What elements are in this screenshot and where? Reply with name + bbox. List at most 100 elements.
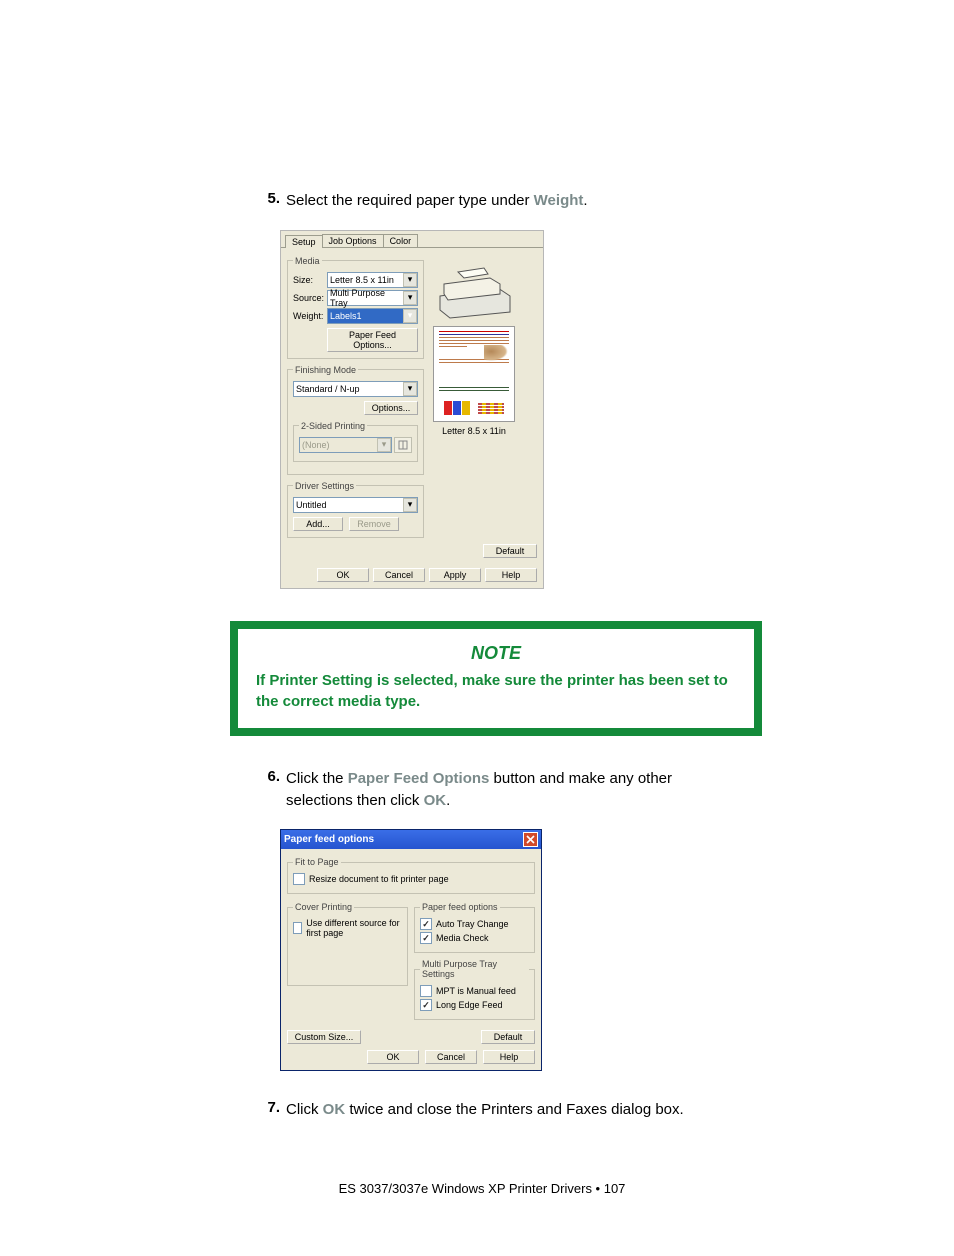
mpt-settings-group: Multi Purpose Tray Settings MPT is Manua… (414, 959, 535, 1020)
cancel-button[interactable]: Cancel (373, 568, 425, 582)
titlebar: Paper feed options (281, 830, 541, 849)
cancel-button-2[interactable]: Cancel (425, 1050, 477, 1064)
preview-caption: Letter 8.5 x 11in (424, 426, 524, 436)
chevron-down-icon: ▾ (377, 438, 391, 452)
long-edge-checkbox[interactable]: Long Edge Feed (420, 999, 529, 1011)
help-button-2[interactable]: Help (483, 1050, 535, 1064)
step-7-body: Click OK twice and close the Printers an… (286, 1099, 714, 1121)
tab-strip: Setup Job Options Color (281, 231, 543, 248)
chevron-down-icon: ▾ (403, 498, 417, 512)
step-7-text-2: twice and close the Printers and Faxes d… (345, 1101, 684, 1118)
custom-size-button[interactable]: Custom Size... (287, 1030, 361, 1044)
media-check-checkbox[interactable]: Media Check (420, 932, 529, 944)
cover-checkbox[interactable]: Use different source for first page (293, 918, 402, 938)
paper-preview-image (433, 326, 515, 422)
fit-to-page-group: Fit to Page Resize document to fit print… (287, 857, 535, 894)
checkbox-icon (293, 922, 302, 934)
ok-button-2[interactable]: OK (367, 1050, 419, 1064)
driver-select[interactable]: Untitled ▾ (293, 497, 418, 513)
long-edge-label: Long Edge Feed (436, 1000, 503, 1010)
paper-feed-options-button[interactable]: Paper Feed Options... (327, 328, 418, 352)
close-icon[interactable] (523, 832, 538, 847)
step-6-text-1: Click the (286, 770, 348, 787)
chevron-down-icon: ▾ (403, 273, 417, 287)
default-button-2[interactable]: Default (481, 1030, 535, 1044)
default-button[interactable]: Default (483, 544, 537, 558)
step-5-text-2: . (583, 192, 587, 209)
finishing-value: Standard / N-up (296, 384, 360, 394)
setup-dialog-screenshot: Setup Job Options Color Media Size: Lett… (280, 230, 714, 589)
options-button[interactable]: Options... (364, 401, 418, 415)
printer-preview-image (430, 260, 518, 322)
size-value: Letter 8.5 x 11in (330, 275, 394, 285)
cover-legend: Cover Printing (293, 902, 354, 912)
mpt-legend: Multi Purpose Tray Settings (420, 959, 529, 979)
checkbox-icon (420, 999, 432, 1011)
apply-button[interactable]: Apply (429, 568, 481, 582)
source-select[interactable]: Multi Purpose Tray ▾ (327, 290, 418, 306)
ok-button[interactable]: OK (317, 568, 369, 582)
checkbox-icon (420, 918, 432, 930)
checkbox-icon (293, 873, 305, 885)
note-box: NOTE If Printer Setting is selected, mak… (230, 621, 762, 736)
tab-color[interactable]: Color (383, 234, 419, 247)
step-5-text-1: Select the required paper type under (286, 192, 534, 209)
resize-checkbox[interactable]: Resize document to fit printer page (293, 873, 529, 885)
paper-feed-dialog: Paper feed options Fit to Page Resize do… (280, 829, 542, 1071)
pfo-legend: Paper feed options (420, 902, 500, 912)
checkbox-icon (420, 932, 432, 944)
finishing-group: Finishing Mode Standard / N-up ▾ Options… (287, 365, 424, 475)
step-7-number: 7. (250, 1099, 286, 1121)
step-5-weight: Weight (534, 192, 584, 209)
driver-settings-legend: Driver Settings (293, 481, 356, 491)
two-sided-group: 2-Sided Printing (None) ▾ (293, 421, 418, 462)
setup-dialog: Setup Job Options Color Media Size: Lett… (280, 230, 544, 589)
source-label: Source: (293, 293, 327, 303)
add-button[interactable]: Add... (293, 517, 343, 531)
step-7-text-1: Click (286, 1101, 323, 1118)
tab-job-options[interactable]: Job Options (322, 234, 384, 247)
weight-value: Labels1 (330, 311, 362, 321)
auto-tray-checkbox[interactable]: Auto Tray Change (420, 918, 529, 930)
size-select[interactable]: Letter 8.5 x 11in ▾ (327, 272, 418, 288)
mpt-manual-checkbox[interactable]: MPT is Manual feed (420, 985, 529, 997)
step-7: 7. Click OK twice and close the Printers… (250, 1099, 714, 1121)
chevron-down-icon: ▾ (403, 309, 417, 323)
chevron-down-icon: ▾ (403, 291, 417, 305)
step-6-text-3: . (446, 792, 450, 809)
paper-feed-options-group: Paper feed options Auto Tray Change Medi… (414, 902, 535, 953)
cover-label: Use different source for first page (306, 918, 402, 938)
step-5-body: Select the required paper type under Wei… (286, 190, 714, 212)
weight-select[interactable]: Labels1 ▾ (327, 308, 418, 324)
binding-icon (394, 437, 412, 453)
chevron-down-icon: ▾ (403, 382, 417, 396)
finishing-legend: Finishing Mode (293, 365, 358, 375)
step-6-ok: OK (424, 792, 447, 809)
media-legend: Media (293, 256, 322, 266)
driver-settings-group: Driver Settings Untitled ▾ Add... Remove (287, 481, 424, 538)
step-5: 5. Select the required paper type under … (250, 190, 714, 212)
mpt-manual-label: MPT is Manual feed (436, 986, 516, 996)
paper-feed-dialog-screenshot: Paper feed options Fit to Page Resize do… (280, 829, 714, 1071)
media-group: Media Size: Letter 8.5 x 11in ▾ Source: (287, 256, 424, 359)
auto-tray-label: Auto Tray Change (436, 919, 509, 929)
two-sided-value: (None) (302, 440, 330, 450)
step-6: 6. Click the Paper Feed Options button a… (250, 768, 714, 812)
two-sided-select: (None) ▾ (299, 437, 392, 453)
resize-label: Resize document to fit printer page (309, 874, 449, 884)
finishing-select[interactable]: Standard / N-up ▾ (293, 381, 418, 397)
weight-label: Weight: (293, 311, 327, 321)
page-footer: ES 3037/3037e Windows XP Printer Drivers… (250, 1181, 714, 1196)
cover-printing-group: Cover Printing Use different source for … (287, 902, 408, 986)
source-value: Multi Purpose Tray (330, 288, 403, 308)
step-6-pfo: Paper Feed Options (348, 770, 490, 787)
tab-setup[interactable]: Setup (285, 235, 323, 248)
step-6-number: 6. (250, 768, 286, 812)
step-7-ok: OK (323, 1101, 346, 1118)
fit-legend: Fit to Page (293, 857, 341, 867)
size-label: Size: (293, 275, 327, 285)
help-button[interactable]: Help (485, 568, 537, 582)
remove-button: Remove (349, 517, 399, 531)
dialog-title: Paper feed options (284, 834, 374, 845)
step-5-number: 5. (250, 190, 286, 212)
